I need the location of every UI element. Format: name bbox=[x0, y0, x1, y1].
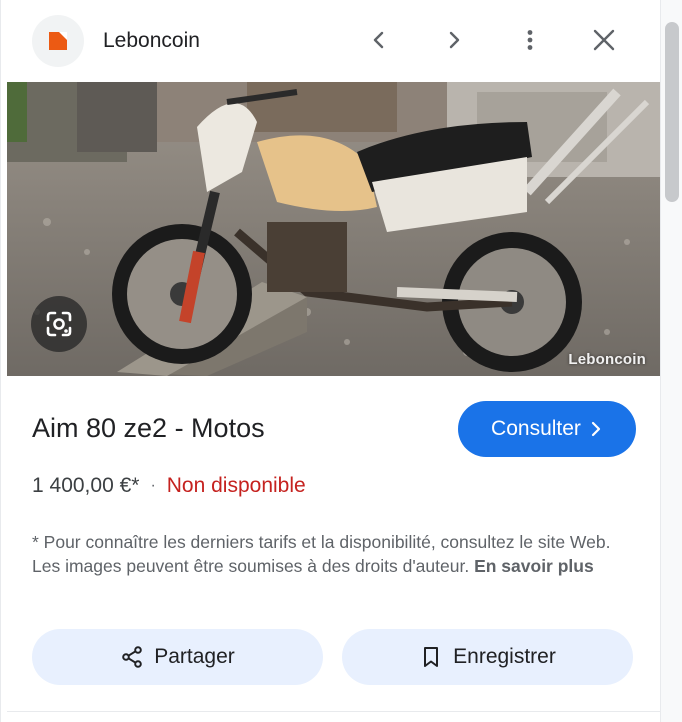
previous-button[interactable] bbox=[357, 18, 401, 62]
availability-status: Non disponible bbox=[166, 474, 306, 497]
leboncoin-logo-icon bbox=[49, 32, 67, 50]
site-name[interactable]: Leboncoin bbox=[103, 29, 200, 53]
consult-button[interactable]: Consulter bbox=[458, 401, 636, 457]
bookmark-icon bbox=[424, 647, 439, 667]
google-lens-button[interactable] bbox=[31, 296, 87, 352]
motorcycle-photo bbox=[7, 82, 660, 376]
divider bbox=[7, 711, 660, 712]
listing-title: Aim 80 ze2 - Motos bbox=[32, 413, 265, 443]
separator-dot: · bbox=[150, 477, 156, 494]
chevron-right-icon bbox=[591, 421, 601, 437]
site-favicon bbox=[32, 15, 84, 67]
scrollbar-thumb[interactable] bbox=[665, 22, 679, 202]
side-panel: Leboncoin Leboncoin Aim 80 ze2 - Motos C… bbox=[0, 0, 660, 722]
listing-image[interactable]: Leboncoin bbox=[7, 82, 660, 376]
price-row: 1 400,00 €* · Non disponible bbox=[32, 474, 306, 498]
learn-more-link[interactable]: En savoir plus bbox=[474, 556, 594, 576]
price: 1 400,00 €* bbox=[32, 474, 140, 497]
save-button[interactable]: Enregistrer bbox=[342, 629, 633, 685]
chevron-right-icon bbox=[449, 31, 460, 49]
google-lens-icon bbox=[46, 311, 72, 337]
consult-button-label: Consulter bbox=[491, 417, 581, 440]
image-watermark: Leboncoin bbox=[568, 351, 646, 368]
chevron-left-icon bbox=[373, 31, 384, 49]
close-button[interactable] bbox=[582, 18, 626, 62]
panel-header: Leboncoin bbox=[1, 0, 661, 82]
save-button-label: Enregistrer bbox=[453, 645, 556, 668]
share-icon bbox=[122, 646, 143, 668]
share-button-label: Partager bbox=[154, 645, 235, 668]
next-button[interactable] bbox=[432, 18, 476, 62]
close-icon bbox=[593, 29, 615, 51]
more-vert-icon bbox=[527, 30, 533, 50]
more-options-button[interactable] bbox=[508, 18, 552, 62]
price-disclaimer: * Pour connaître les derniers tarifs et … bbox=[32, 530, 622, 578]
share-button[interactable]: Partager bbox=[32, 629, 323, 685]
scrollbar[interactable] bbox=[660, 0, 682, 722]
